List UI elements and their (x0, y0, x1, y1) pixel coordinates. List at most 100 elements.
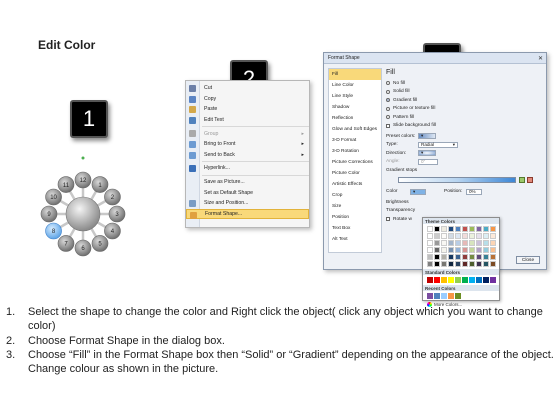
color-swatch[interactable] (441, 226, 447, 232)
menu-item-copy[interactable]: Copy (186, 94, 309, 105)
category-item-fill[interactable]: Fill (329, 69, 381, 80)
category-item-text-box[interactable]: Text Box (329, 223, 381, 234)
color-swatch[interactable] (434, 247, 440, 253)
fill-radio[interactable] (386, 98, 390, 103)
category-item-3-d-rotation[interactable]: 3-D Rotation (329, 146, 381, 157)
category-item-alt-text[interactable]: Alt Text (329, 234, 381, 245)
position-input[interactable]: 0% (466, 188, 482, 195)
menu-item-send-to-back[interactable]: Send to Back ▸ (186, 150, 309, 161)
color-swatch[interactable] (434, 240, 440, 246)
menu-item-save-as-picture[interactable]: Save as Picture... (186, 177, 309, 188)
color-swatch[interactable] (483, 277, 489, 283)
category-item-position[interactable]: Position (329, 212, 381, 223)
color-swatch[interactable] (469, 240, 475, 246)
fill-option[interactable]: Slide background fill (386, 122, 544, 131)
color-swatch[interactable] (455, 254, 461, 260)
category-item-glow-and-soft-edges[interactable]: Glow and Soft Edges (329, 124, 381, 135)
color-swatch[interactable] (448, 240, 454, 246)
fill-option[interactable]: Pattern fill (386, 113, 544, 122)
color-swatch[interactable] (427, 233, 433, 239)
type-dropdown[interactable]: Radial ▾ (418, 141, 458, 148)
color-swatch[interactable] (434, 277, 440, 283)
color-swatch[interactable] (490, 226, 496, 232)
color-swatch[interactable] (455, 293, 461, 299)
color-swatch[interactable] (469, 247, 475, 253)
fill-option[interactable]: Gradient fill (386, 96, 544, 105)
color-swatch[interactable] (490, 247, 496, 253)
category-item-artistic-effects[interactable]: Artistic Effects (329, 179, 381, 190)
remove-stop-icon[interactable] (527, 176, 533, 183)
color-swatch[interactable] (476, 247, 482, 253)
color-swatch[interactable] (469, 226, 475, 232)
color-picker-button[interactable]: ▾ (410, 188, 426, 195)
color-swatch[interactable] (483, 240, 489, 246)
angle-input[interactable]: 0° (418, 158, 438, 165)
category-item-reflection[interactable]: Reflection (329, 113, 381, 124)
add-stop-icon[interactable] (519, 176, 525, 183)
color-swatch[interactable] (462, 226, 468, 232)
color-swatch[interactable] (462, 240, 468, 246)
color-swatch[interactable] (469, 254, 475, 260)
menu-item-edit-text[interactable]: Edit Text (186, 115, 309, 126)
color-swatch[interactable] (490, 240, 496, 246)
color-swatch[interactable] (441, 233, 447, 239)
close-button[interactable]: Close (516, 256, 540, 264)
category-item-picture-corrections[interactable]: Picture Corrections (329, 157, 381, 168)
color-swatch[interactable] (427, 293, 433, 299)
fill-radio[interactable] (386, 115, 390, 120)
color-swatch[interactable] (483, 226, 489, 232)
color-swatch[interactable] (476, 240, 482, 246)
color-swatch[interactable] (434, 261, 440, 267)
color-swatch[interactable] (448, 261, 454, 267)
color-swatch[interactable] (490, 277, 496, 283)
color-swatch[interactable] (448, 233, 454, 239)
color-swatch[interactable] (455, 247, 461, 253)
color-swatch[interactable] (448, 293, 454, 299)
color-swatch[interactable] (455, 277, 461, 283)
color-swatch[interactable] (483, 261, 489, 267)
color-swatch[interactable] (441, 277, 447, 283)
color-swatch[interactable] (434, 233, 440, 239)
color-swatch[interactable] (441, 293, 447, 299)
color-swatch[interactable] (455, 240, 461, 246)
color-swatch[interactable] (427, 277, 433, 283)
color-swatch[interactable] (427, 247, 433, 253)
color-swatch[interactable] (490, 261, 496, 267)
color-swatch[interactable] (427, 240, 433, 246)
color-swatch[interactable] (427, 226, 433, 232)
menu-item-cut[interactable]: Cut (186, 83, 309, 94)
fill-option[interactable]: Solid fill (386, 88, 544, 97)
color-swatch[interactable] (434, 254, 440, 260)
color-swatch[interactable] (462, 277, 468, 283)
color-swatch[interactable] (476, 233, 482, 239)
color-swatch[interactable] (441, 247, 447, 253)
menu-item-set-as-default-shape[interactable]: Set as Default Shape (186, 187, 309, 198)
color-swatch[interactable] (462, 247, 468, 253)
category-item-crop[interactable]: Crop (329, 190, 381, 201)
menu-item-paste[interactable]: Paste (186, 104, 309, 115)
color-swatch[interactable] (462, 261, 468, 267)
preset-colors-dropdown[interactable]: ▾ (418, 133, 436, 140)
color-swatch[interactable] (490, 233, 496, 239)
circular-diagram[interactable]: 1 2 3 4 5 6 7 8 9 10 11 12 (33, 150, 138, 272)
fill-option[interactable]: No fill (386, 79, 544, 88)
color-swatch[interactable] (448, 247, 454, 253)
color-swatch[interactable] (448, 226, 454, 232)
color-swatch[interactable] (490, 254, 496, 260)
gradient-stops-bar[interactable] (398, 176, 516, 183)
color-swatch[interactable] (448, 254, 454, 260)
color-swatch[interactable] (427, 261, 433, 267)
fill-radio[interactable] (386, 89, 390, 94)
color-swatch[interactable] (476, 226, 482, 232)
rotate-checkbox[interactable] (386, 217, 390, 222)
fill-checkbox[interactable] (386, 123, 390, 128)
color-swatch[interactable] (427, 254, 433, 260)
color-swatch[interactable] (462, 254, 468, 260)
color-swatch[interactable] (448, 277, 454, 283)
color-swatch[interactable] (455, 233, 461, 239)
direction-dropdown[interactable]: ▾ (418, 150, 436, 157)
menu-item-format-shape[interactable]: Format Shape... (186, 208, 309, 220)
fill-radio[interactable] (386, 81, 390, 86)
menu-item-size-and-position[interactable]: Size and Position... (186, 198, 309, 209)
color-swatch[interactable] (476, 277, 482, 283)
